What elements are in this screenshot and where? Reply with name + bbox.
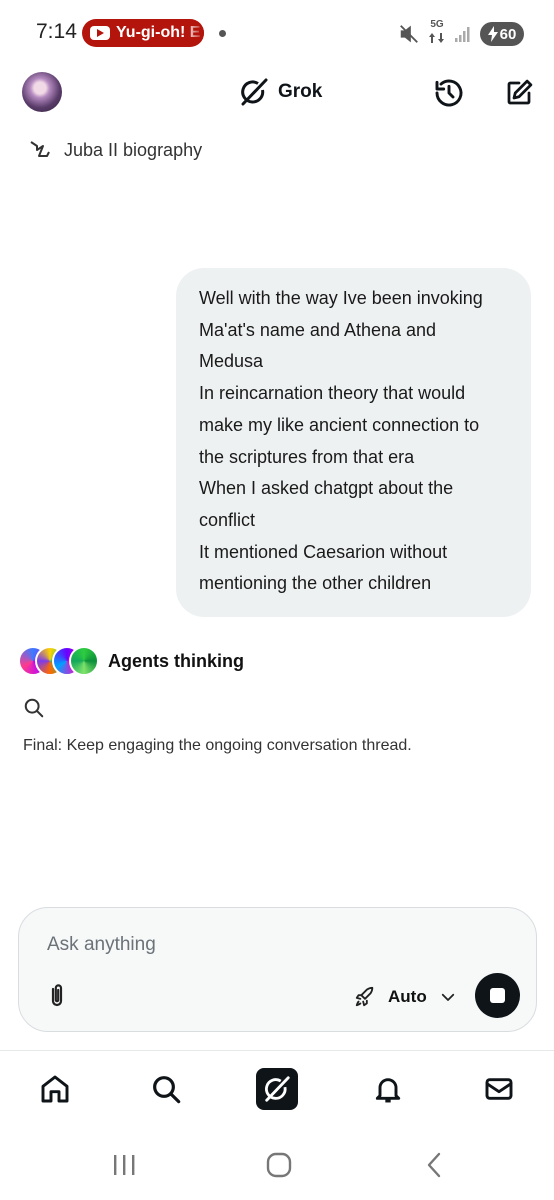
back-button[interactable] (414, 1150, 454, 1180)
brand-name: Grok (278, 81, 323, 102)
bottom-nav (0, 1062, 554, 1118)
recents-icon (114, 1155, 135, 1175)
message-line: conflict (199, 509, 256, 530)
home-circle-icon (266, 1152, 292, 1178)
message-line: Well with the way Ive been invoking (199, 288, 483, 308)
mode-selector[interactable]: Auto (354, 982, 457, 1012)
agents-thinking-label: Agents thinking (108, 650, 244, 671)
charging-bolt-icon (487, 26, 498, 42)
nav-divider (0, 1050, 554, 1051)
system-nav (0, 1140, 554, 1190)
home-circle-button[interactable] (259, 1150, 299, 1180)
notification-pill[interactable]: Yu-gi-oh! E (82, 19, 204, 47)
chevron-down-icon (441, 993, 454, 1001)
network-type: 5G (430, 19, 444, 30)
ask-input[interactable] (47, 934, 467, 956)
app-header: Grok (0, 66, 554, 120)
new-chat-icon (507, 79, 533, 105)
nav-search[interactable] (145, 1068, 187, 1110)
composer: Auto (18, 907, 537, 1032)
rocket-icon (355, 986, 374, 1007)
history-button[interactable] (432, 76, 466, 110)
stop-button[interactable] (475, 973, 520, 1018)
battery-indicator: 60 (480, 22, 524, 46)
youtube-icon (90, 26, 110, 40)
messages-icon (485, 1078, 513, 1100)
signal-icon (455, 27, 470, 42)
recents-button[interactable] (104, 1150, 144, 1180)
notifications-icon (375, 1078, 401, 1103)
mode-label: Auto (388, 987, 427, 1006)
message-line: Ma'at's name and Athena and (199, 319, 437, 340)
nav-grok[interactable] (256, 1068, 298, 1110)
agent-avatar (69, 646, 99, 676)
new-chat-button[interactable] (502, 76, 536, 110)
nav-home[interactable] (34, 1068, 76, 1110)
message-line: the scriptures from that era (199, 446, 415, 467)
message-line: Medusa (199, 351, 264, 372)
nav-messages[interactable] (478, 1068, 520, 1110)
agents-thinking[interactable]: Agents thinking (18, 646, 244, 676)
grok-logo-icon (241, 78, 268, 106)
data-arrows-icon: 5G (428, 20, 446, 48)
status-time: 7:14 (36, 20, 77, 43)
branch-arrow-icon (30, 141, 50, 157)
notification-dot (219, 30, 226, 37)
pill-fade (186, 19, 204, 47)
nav-notifications[interactable] (367, 1068, 409, 1110)
grok-icon (265, 1076, 290, 1102)
final-status-text: Final: Keep engaging the ongoing convers… (23, 737, 412, 754)
history-icon (435, 79, 463, 107)
search-step-icon-wrap (23, 697, 45, 724)
message-line: mentioning the other children (199, 573, 432, 594)
home-icon (41, 1075, 69, 1103)
message-line: When I asked chatgpt about the (199, 478, 454, 499)
status-bar: 7:14 Yu-gi-oh! E 5G 60 (0, 0, 554, 66)
status-icons: 5G 60 (398, 20, 524, 48)
search-icon (153, 1076, 181, 1104)
user-message-bubble: Well with the way Ive been invoking Ma'a… (176, 268, 531, 618)
back-icon (427, 1152, 441, 1178)
message-line: In reincarnation theory that would (199, 383, 466, 404)
thread-title-text: Juba II biography (64, 139, 203, 160)
thread-title[interactable]: Juba II biography (28, 138, 202, 162)
avatar[interactable] (22, 72, 62, 112)
stop-icon (490, 988, 505, 1003)
mute-icon (400, 25, 418, 43)
message-line: It mentioned Caesarion without (199, 541, 448, 562)
message-line: make my like ancient connection to (199, 414, 480, 435)
brand: Grok (238, 76, 322, 108)
attach-button[interactable] (43, 982, 71, 1010)
battery-level: 60 (499, 25, 517, 43)
search-icon (24, 698, 44, 718)
paperclip-icon (51, 984, 63, 1007)
